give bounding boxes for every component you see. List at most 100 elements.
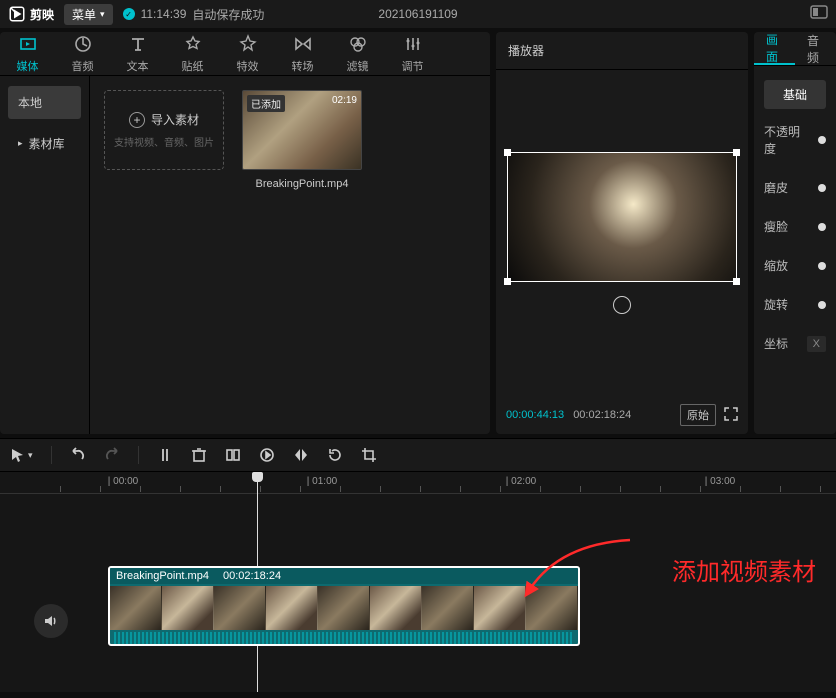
ruler-tick	[620, 486, 621, 492]
tab-filter[interactable]: 滤镜	[330, 32, 385, 75]
player-footer: 00:00:44:13 00:02:18:24 原始	[496, 396, 748, 434]
added-badge: 已添加	[247, 95, 285, 112]
annotation-text: 添加视频素材	[672, 552, 816, 587]
resize-handle[interactable]	[733, 149, 740, 156]
props-tab[interactable]: 画面	[754, 32, 795, 65]
autosave-status: 11:14:39 自动保存成功	[123, 6, 265, 23]
property-row: 坐标X	[764, 335, 826, 352]
tab-transition[interactable]: 转场	[275, 32, 330, 75]
ruler-tick	[780, 486, 781, 492]
rotate-icon[interactable]	[613, 296, 631, 314]
time-ruler[interactable]: | 00:00 | 01:00 | 02:00 | 03:00	[0, 472, 836, 494]
resize-handle[interactable]	[504, 278, 511, 285]
slider-handle[interactable]	[818, 301, 826, 309]
timeline-toolbar: ▾	[0, 438, 836, 472]
ruler-tick	[740, 486, 741, 492]
ruler-label: | 02:00	[506, 476, 536, 487]
plus-icon: +	[129, 112, 145, 128]
ruler-tick	[460, 486, 461, 492]
track-mute-button[interactable]	[34, 604, 68, 638]
ruler-tick	[500, 486, 501, 492]
audio-waveform	[114, 632, 574, 646]
source-item[interactable]: ▸素材库	[8, 127, 81, 160]
media-grid: +导入素材 支持视频、音频、图片 已添加 02:19 BreakingPoint…	[90, 76, 490, 434]
timecode: 00:00:44:13 00:02:18:24	[506, 409, 631, 421]
ruler-tick	[660, 486, 661, 492]
ruler-label: | 01:00	[307, 476, 337, 487]
video-track-clip[interactable]: BreakingPoint.mp4 00:02:18:24	[108, 566, 580, 646]
redo-button[interactable]	[104, 447, 120, 463]
pointer-tool[interactable]: ▾	[10, 447, 33, 463]
property-row: 磨皮	[764, 179, 826, 196]
ruler-tick	[380, 486, 381, 492]
ruler-tick	[420, 486, 421, 492]
props-tabs: 画面音频	[754, 32, 836, 66]
axis-x-field[interactable]: X	[807, 336, 826, 352]
tab-audio[interactable]: 音频	[55, 32, 110, 75]
menu-dropdown[interactable]: 菜单 ▾	[64, 4, 113, 25]
rotate-tool[interactable]	[327, 447, 343, 463]
ruler-tick	[340, 486, 341, 492]
adjust-icon	[403, 34, 423, 54]
slider-handle[interactable]	[818, 184, 826, 192]
tab-adjust[interactable]: 调节	[385, 32, 440, 75]
video-frame[interactable]	[507, 152, 737, 282]
mirror-tool[interactable]	[293, 447, 309, 463]
ruler-tick	[300, 486, 301, 492]
track-clip-name: BreakingPoint.mp4	[116, 570, 209, 582]
chevron-down-icon: ▾	[100, 9, 105, 20]
window-button[interactable]	[810, 5, 828, 22]
tab-effect[interactable]: 特效	[220, 32, 275, 75]
project-name: 202106191109	[378, 7, 457, 21]
ruler-label: | 00:00	[108, 476, 138, 487]
ruler-tick	[540, 486, 541, 492]
delete-tool[interactable]	[191, 447, 207, 463]
transition-icon	[293, 34, 313, 54]
basic-button[interactable]: 基础	[764, 80, 826, 109]
clip-filename: BreakingPoint.mp4	[256, 178, 349, 190]
aspect-original-button[interactable]: 原始	[680, 404, 716, 426]
crop2-tool[interactable]	[361, 447, 377, 463]
category-tabs: 媒体音频文本贴纸特效转场滤镜调节	[0, 32, 490, 76]
media-clip[interactable]: 已添加 02:19 BreakingPoint.mp4	[238, 90, 366, 190]
slider-handle[interactable]	[818, 136, 826, 144]
props-tab[interactable]: 音频	[795, 32, 836, 65]
check-icon	[123, 8, 135, 20]
fullscreen-icon[interactable]	[724, 407, 738, 424]
player-viewport[interactable]	[496, 70, 748, 396]
audio-icon	[73, 34, 93, 54]
freeze-tool[interactable]	[259, 447, 275, 463]
clip-thumbnails	[110, 586, 578, 630]
split-tool[interactable]	[157, 447, 173, 463]
undo-button[interactable]	[70, 447, 86, 463]
ruler-tick	[60, 486, 61, 492]
ruler-tick	[140, 486, 141, 492]
ruler-tick	[260, 486, 261, 492]
tab-text[interactable]: 文本	[110, 32, 165, 75]
property-row: 缩放	[764, 257, 826, 274]
slider-handle[interactable]	[818, 262, 826, 270]
ruler-label: | 03:00	[705, 476, 735, 487]
property-list: 不透明度磨皮瘦脸缩放旋转坐标X	[754, 115, 836, 360]
resize-handle[interactable]	[733, 278, 740, 285]
titlebar: 剪映 菜单 ▾ 11:14:39 自动保存成功 202106191109	[0, 0, 836, 28]
resize-handle[interactable]	[504, 149, 511, 156]
timeline[interactable]: | 00:00 | 01:00 | 02:00 | 03:00 BreakingPoi…	[0, 472, 836, 692]
ruler-tick	[100, 486, 101, 492]
tab-media[interactable]: 媒体	[0, 32, 55, 75]
import-card[interactable]: +导入素材 支持视频、音频、图片	[104, 90, 224, 170]
ruler-tick	[700, 486, 701, 492]
source-item[interactable]: 本地	[8, 86, 81, 119]
ruler-tick	[180, 486, 181, 492]
slider-handle[interactable]	[818, 223, 826, 231]
app-logo: 剪映	[8, 5, 54, 23]
sticker-icon	[183, 34, 203, 54]
tab-sticker[interactable]: 贴纸	[165, 32, 220, 75]
ruler-tick	[580, 486, 581, 492]
property-row: 不透明度	[764, 123, 826, 157]
clip-duration: 02:19	[332, 95, 357, 106]
crop-tool[interactable]	[225, 447, 241, 463]
player-panel: 播放器 00:00:44:13 00:02:18:24 原始	[496, 32, 748, 434]
properties-panel: 画面音频 基础 不透明度磨皮瘦脸缩放旋转坐标X	[754, 32, 836, 434]
media-panel: 媒体音频文本贴纸特效转场滤镜调节 本地 ▸素材库 +导入素材 支持视频、音频、图片…	[0, 32, 490, 434]
